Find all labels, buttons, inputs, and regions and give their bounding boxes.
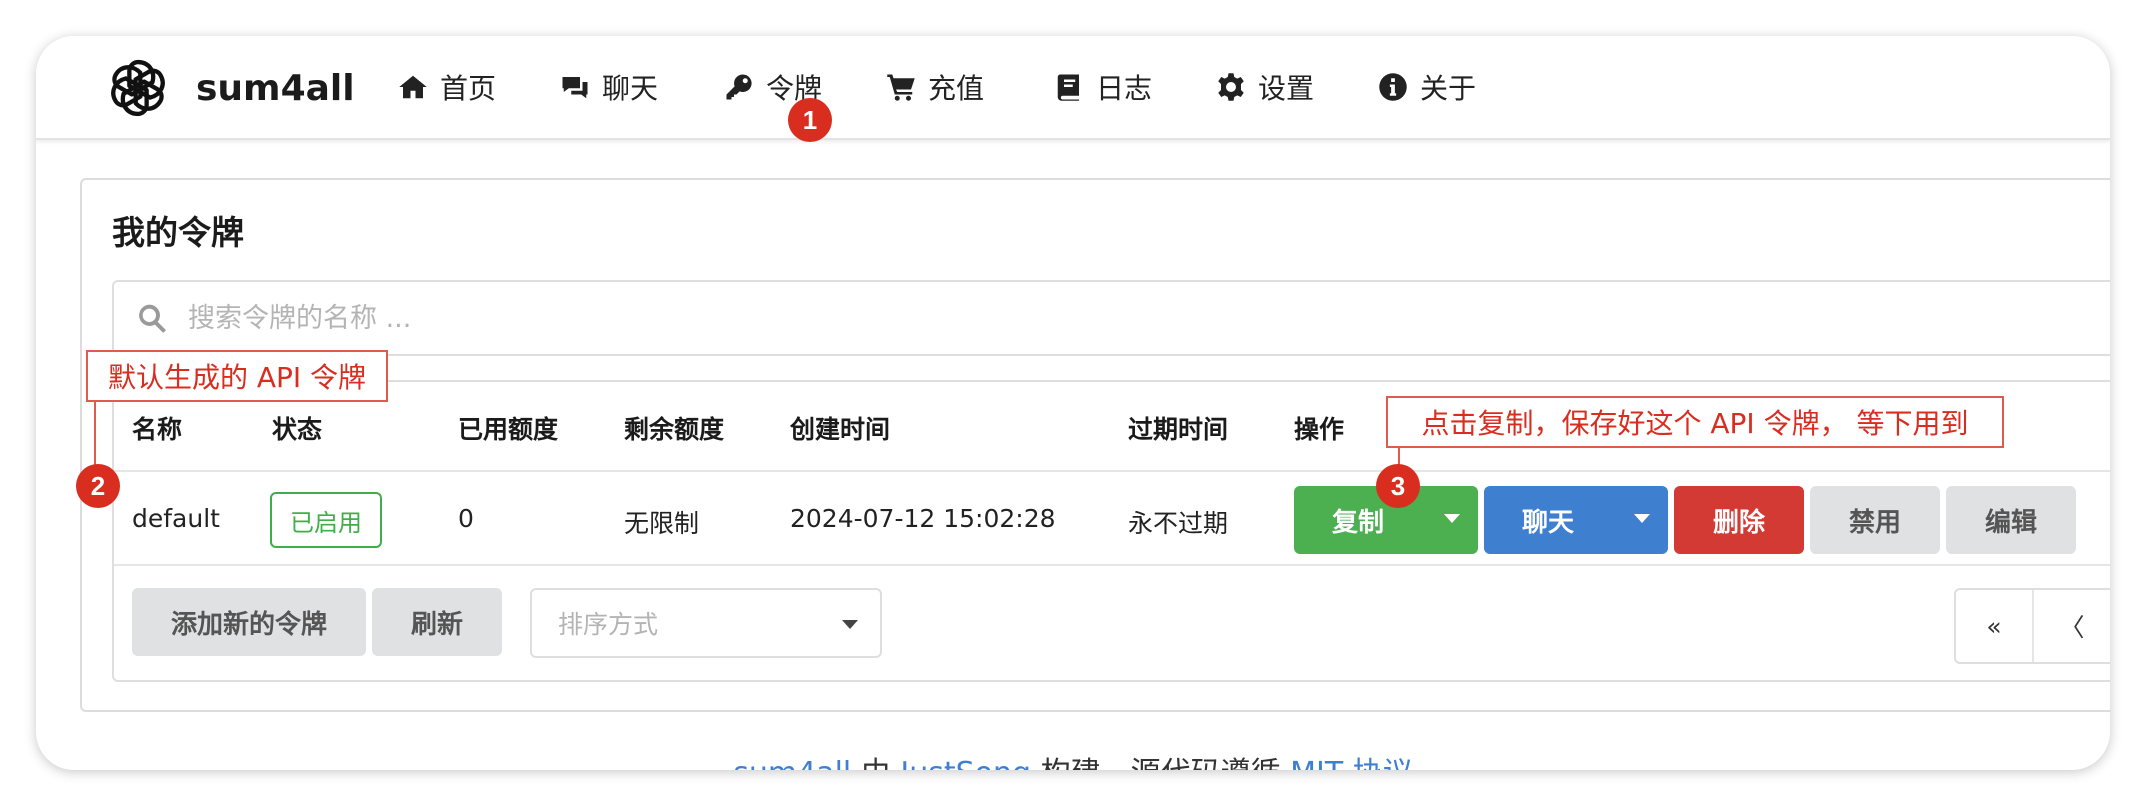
brand-name: sum4all — [196, 67, 355, 109]
cell-remaining: 无限制 — [624, 509, 700, 538]
annotation-badge-3: 3 — [1376, 464, 1420, 508]
table-footer: 添加新的令牌 刷新 排序方式 « 〈 1 — [114, 568, 2110, 682]
nav-about[interactable]: 关于 — [1378, 62, 1476, 112]
nav-about-label: 关于 — [1420, 72, 1477, 105]
nav-logs[interactable]: 日志 — [1054, 62, 1152, 112]
chat-button[interactable]: 聊天 — [1484, 486, 1668, 554]
app-window: sum4all 首页 聊天 令牌 充值 日志 设置 关于 1 我的令牌 搜索令牌… — [36, 36, 2110, 770]
sort-select[interactable]: 排序方式 — [530, 588, 882, 658]
copy-button-label: 复制 — [1332, 507, 1385, 538]
pager-first-button[interactable]: « — [1956, 590, 2034, 662]
key-icon — [726, 74, 752, 100]
sort-chevron-down-icon — [842, 620, 858, 629]
th-actions: 操作 — [1294, 415, 1345, 444]
annotation-badge-2: 2 — [76, 464, 120, 508]
chat-icon — [562, 77, 588, 99]
th-used[interactable]: 已用额度 — [458, 410, 558, 446]
th-name[interactable]: 名称 — [132, 410, 182, 446]
nav-topup-label: 充值 — [928, 72, 985, 105]
cell-created: 2024-07-12 15:02:28 — [790, 504, 1056, 533]
cell-expires: 永不过期 — [1128, 509, 1229, 538]
disable-button[interactable]: 禁用 — [1810, 486, 1940, 554]
credit-license-link[interactable]: MIT 协议 — [1290, 756, 1413, 770]
edit-button[interactable]: 编辑 — [1946, 486, 2076, 554]
page-title: 我的令牌 — [112, 213, 244, 252]
annotation-copy-hint: 点击复制，保存好这个 API 令牌， 等下用到 — [1386, 396, 2004, 448]
annotation-badge-1: 1 — [788, 98, 832, 142]
credit-author-link[interactable]: JustSong — [900, 756, 1031, 770]
chat-button-label: 聊天 — [1522, 507, 1575, 538]
status-badge: 已启用 — [270, 492, 382, 548]
footer-credit: sum4all 由 JustSong 构建，源代码遵循 MIT 协议 — [36, 748, 2110, 770]
delete-button[interactable]: 删除 — [1674, 486, 1804, 554]
top-navbar: sum4all 首页 聊天 令牌 充值 日志 设置 关于 — [36, 36, 2110, 140]
th-created[interactable]: 创建时间 — [790, 410, 890, 446]
cart-icon — [887, 74, 915, 101]
pagination: « 〈 1 — [1954, 588, 2110, 664]
th-expires[interactable]: 过期时间 — [1128, 410, 1228, 446]
gear-icon — [1218, 73, 1244, 101]
cell-used: 0 — [458, 504, 474, 533]
copy-dropdown-caret-icon[interactable] — [1444, 514, 1460, 523]
nav-home-label: 首页 — [440, 72, 497, 105]
home-icon — [399, 75, 427, 99]
nav-chat[interactable]: 聊天 — [560, 62, 658, 112]
search-input[interactable] — [188, 302, 1988, 334]
credit-built: 构建，源代码遵循 — [1041, 756, 1281, 770]
info-icon — [1379, 73, 1407, 101]
annotation-default-token: 默认生成的 API 令牌 — [86, 350, 388, 402]
th-status[interactable]: 状态 — [272, 410, 322, 446]
nav-chat-label: 聊天 — [602, 72, 659, 105]
nav-logs-label: 日志 — [1096, 72, 1153, 105]
refresh-button[interactable]: 刷新 — [372, 588, 502, 656]
chat-dropdown-caret-icon[interactable] — [1634, 514, 1650, 523]
th-remaining[interactable]: 剩余额度 — [624, 410, 724, 446]
openai-logo-icon — [111, 59, 165, 117]
nav-settings-label: 设置 — [1258, 72, 1315, 105]
pager-prev-button[interactable]: 〈 — [2034, 590, 2110, 662]
brand[interactable]: sum4all — [102, 52, 355, 124]
search-box[interactable] — [112, 280, 2110, 356]
nav-home[interactable]: 首页 — [398, 62, 496, 112]
table-row: default 已启用 0 无限制 2024-07-12 15:02:28 永不… — [114, 474, 2110, 566]
search-icon — [139, 304, 166, 333]
cell-name: default — [132, 504, 220, 533]
nav-topup[interactable]: 充值 — [886, 62, 984, 112]
nav-settings[interactable]: 设置 — [1216, 62, 1314, 112]
credit-by: 由 — [861, 756, 891, 770]
book-icon — [1057, 74, 1079, 101]
credit-project-link[interactable]: sum4all — [733, 756, 851, 770]
add-token-button[interactable]: 添加新的令牌 — [132, 588, 366, 656]
sort-select-placeholder: 排序方式 — [558, 610, 659, 639]
